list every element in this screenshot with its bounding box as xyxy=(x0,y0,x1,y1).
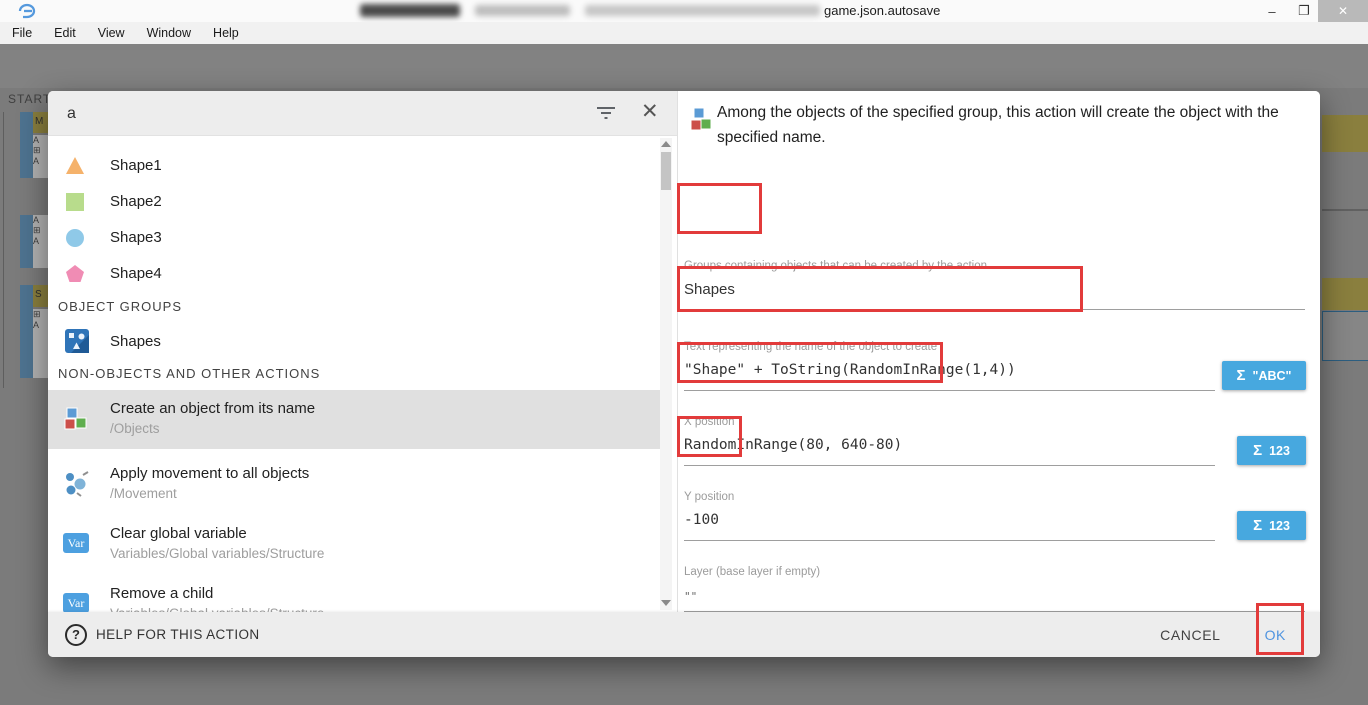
sigma-icon: Σ xyxy=(1253,442,1262,459)
event-divider xyxy=(1322,209,1368,211)
minimize-button[interactable]: – xyxy=(1258,0,1286,22)
list-item-object[interactable]: Shape2 xyxy=(48,184,660,220)
number-expression-editor-button[interactable]: Σ 123 xyxy=(1237,511,1306,540)
action-title: Create an object from its name xyxy=(110,400,315,417)
sigma-icon: Σ xyxy=(1253,517,1262,534)
list-item-action-clear-global-variable[interactable]: Var Clear global variable Variables/Glob… xyxy=(48,515,660,573)
field-x-position: X position RandomInRange(80, 640-80) Σ 1… xyxy=(684,416,1314,478)
action-title: Remove a child xyxy=(110,585,213,602)
action-subtitle: Variables/Global variables/Structure xyxy=(110,546,324,561)
action-title: Clear global variable xyxy=(110,525,247,542)
movement-icon xyxy=(63,471,89,502)
group-name: Shapes xyxy=(110,333,161,350)
event-rows: A⊞A xyxy=(33,135,48,178)
cubes-icon xyxy=(689,106,713,139)
window-title: game.json.autosave xyxy=(824,3,940,18)
number-expression-editor-button[interactable]: Σ 123 xyxy=(1237,436,1306,465)
main-toolbar xyxy=(0,44,1368,88)
action-subtitle: /Movement xyxy=(110,486,177,501)
close-button[interactable]: ✕ xyxy=(1318,0,1368,22)
annotation-rect-object-name xyxy=(677,266,1083,312)
field-label: Y position xyxy=(684,491,734,503)
list-item-action-remove-child[interactable]: Var Remove a child Variables/Global vari… xyxy=(48,575,660,612)
event-header: S xyxy=(33,285,48,307)
cancel-button[interactable]: CANCEL xyxy=(1160,627,1220,643)
annotation-rect-y-position xyxy=(677,416,742,457)
list-item-object[interactable]: Shape4 xyxy=(48,256,660,292)
instruction-list: Shape1 Shape2 Shape3 Shape4 OBJECT GROUP… xyxy=(48,136,677,612)
events-tree-line xyxy=(3,112,4,388)
event-header: M xyxy=(33,112,48,133)
field-underline xyxy=(684,465,1215,466)
section-header-object-groups: OBJECT GROUPS xyxy=(58,299,182,314)
search-input[interactable] xyxy=(65,99,549,129)
event-block xyxy=(20,112,33,178)
event-selected-block xyxy=(1322,311,1368,361)
field-label: Layer (base layer if empty) xyxy=(684,566,820,578)
object-name: Shape4 xyxy=(110,265,162,282)
y-position-input[interactable]: -100 xyxy=(684,512,719,528)
object-group-icon xyxy=(65,329,89,353)
sigma-icon: Σ xyxy=(1237,367,1246,384)
list-item-object[interactable]: Shape3 xyxy=(48,220,660,256)
redacted-title-text xyxy=(360,4,460,17)
variable-icon: Var xyxy=(63,591,89,612)
gdevelop-app-window: game.json.autosave – ❐ ✕ File Edit View … xyxy=(0,0,1368,705)
restore-button[interactable]: ❐ xyxy=(1290,0,1318,22)
menu-file[interactable]: File xyxy=(8,26,36,40)
annotation-rect-ok-button xyxy=(1256,603,1304,655)
menu-view[interactable]: View xyxy=(94,26,129,40)
list-scrollbar[interactable] xyxy=(660,138,672,610)
events-root-label: START xyxy=(8,92,51,106)
object-name: Shape2 xyxy=(110,193,162,210)
dialog-footer: ? HELP FOR THIS ACTION CANCEL OK xyxy=(48,612,1320,657)
square-shape-icon xyxy=(65,192,85,212)
pentagon-shape-icon xyxy=(65,264,85,284)
scroll-up-arrow-icon[interactable] xyxy=(661,141,671,147)
event-block xyxy=(20,215,33,268)
scroll-down-arrow-icon[interactable] xyxy=(661,600,671,606)
section-header-other-actions: NON-OBJECTS AND OTHER ACTIONS xyxy=(58,366,320,381)
layer-input[interactable]: "" xyxy=(684,590,697,603)
event-header xyxy=(1322,278,1368,310)
variable-icon: Var xyxy=(63,531,89,553)
object-name: Shape1 xyxy=(110,157,162,174)
list-item-action-create-object[interactable]: Create an object from its name /Objects xyxy=(48,390,660,449)
list-item-group[interactable]: Shapes xyxy=(48,322,660,362)
list-item-object[interactable]: Shape1 xyxy=(48,148,660,184)
scrollbar-thumb[interactable] xyxy=(661,152,671,190)
redacted-title-text xyxy=(475,5,570,16)
list-item-action-apply-movement[interactable]: Apply movement to all objects /Movement xyxy=(48,455,660,513)
action-description: Among the objects of the specified group… xyxy=(717,100,1315,150)
event-block xyxy=(20,285,33,378)
help-link[interactable]: HELP FOR THIS ACTION xyxy=(96,627,260,642)
triangle-shape-icon xyxy=(65,156,85,176)
field-underline xyxy=(684,540,1215,541)
circle-shape-icon xyxy=(65,228,85,248)
event-header xyxy=(1322,115,1368,152)
annotation-rect-x-position xyxy=(677,342,943,383)
field-underline xyxy=(684,390,1215,391)
event-rows: ⊞A xyxy=(33,309,48,378)
menu-help[interactable]: Help xyxy=(209,26,243,40)
menu-edit[interactable]: Edit xyxy=(50,26,80,40)
search-bar: ✕ xyxy=(48,91,677,136)
action-title: Apply movement to all objects xyxy=(110,465,309,482)
help-icon[interactable]: ? xyxy=(65,624,87,646)
annotation-rect-groups xyxy=(677,183,762,234)
menu-window[interactable]: Window xyxy=(143,26,195,40)
close-icon[interactable]: ✕ xyxy=(641,99,659,124)
redacted-title-text xyxy=(585,5,820,16)
field-y-position: Y position -100 Σ 123 xyxy=(684,491,1314,553)
menu-bar: File Edit View Window Help xyxy=(0,22,1368,44)
filter-icon[interactable] xyxy=(595,104,617,127)
event-rows: A⊞A xyxy=(33,215,48,268)
title-bar: game.json.autosave – ❐ ✕ xyxy=(0,0,1368,23)
string-expression-editor-button[interactable]: Σ "ABC" xyxy=(1222,361,1306,390)
object-name: Shape3 xyxy=(110,229,162,246)
action-subtitle: /Objects xyxy=(110,421,160,436)
cubes-icon xyxy=(63,406,89,437)
